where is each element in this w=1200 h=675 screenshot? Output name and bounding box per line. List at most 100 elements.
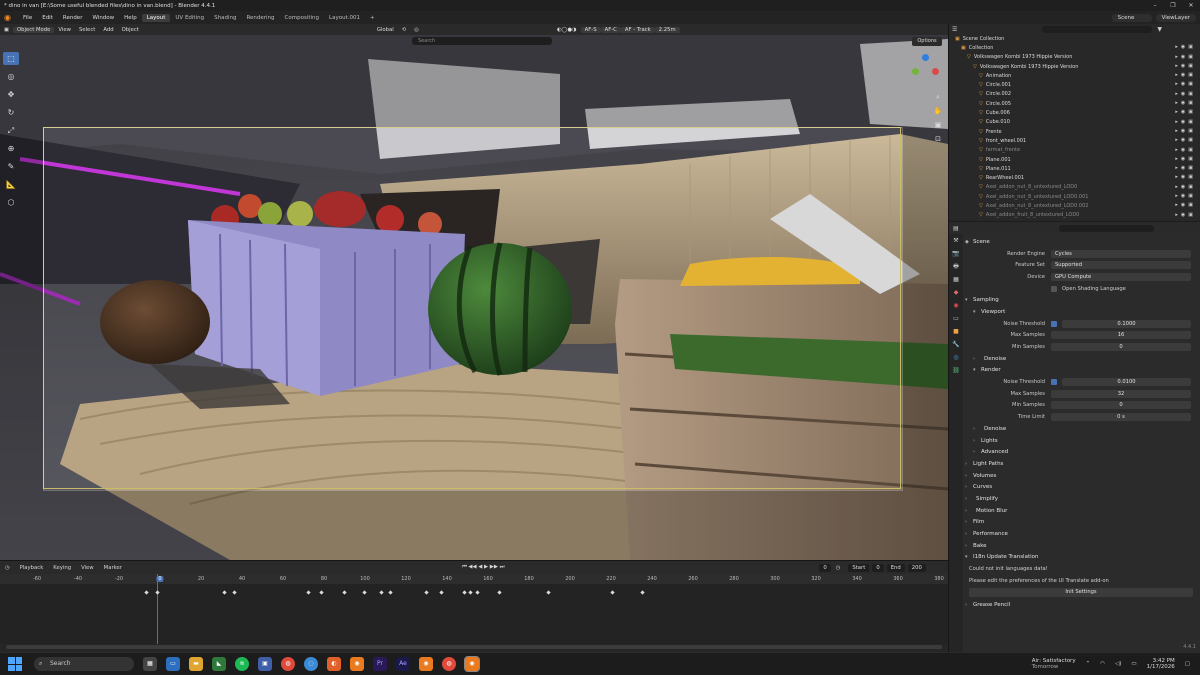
maximize-button[interactable]: ❐ [1164, 2, 1182, 9]
workspace-tab-compositing[interactable]: Compositing [280, 14, 324, 22]
notifications-icon[interactable]: ▢ [1185, 661, 1190, 667]
wifi-icon[interactable]: ◠ [1100, 661, 1105, 667]
chrome-icon[interactable]: ◍ [281, 657, 295, 671]
scene-tab-icon[interactable]: ◆ [949, 286, 963, 299]
r-min-samples-field[interactable]: 0 [1051, 401, 1191, 410]
outliner-item[interactable]: ▽ farmat_frente ▸◉▣ [949, 146, 1200, 155]
visibility-icons[interactable]: ▸◉▣ [1175, 137, 1196, 143]
i18n-panel[interactable]: ▾ I18n Update Translation [965, 552, 1199, 564]
outliner-item[interactable]: ▽ Axel_addon_fruit_8_untextured_LOD0 ▸◉▣ [949, 211, 1200, 220]
view-layer-selector[interactable]: ViewLayer [1155, 13, 1196, 22]
modifier-tab-icon[interactable]: 🔧 [949, 338, 963, 351]
render-tab-icon[interactable]: 📷 [949, 247, 963, 260]
desktop-app-icon[interactable]: ▭ [166, 657, 180, 671]
properties-editor-icon[interactable]: ▤ [949, 225, 959, 232]
outliner-item[interactable]: ▽ Axel_addon_nut_8_untextured_LOD0 ▸◉▣ [949, 183, 1200, 192]
r-max-samples-field[interactable]: 32 [1051, 389, 1191, 398]
constraints-tab-icon[interactable]: ⛓ [949, 364, 963, 377]
add-workspace-button[interactable]: + [365, 14, 380, 22]
lock-icon[interactable]: ⊡ [933, 134, 943, 144]
collection-tab-icon[interactable]: ▭ [949, 312, 963, 325]
visibility-icons[interactable]: ▸◉▣ [1175, 54, 1196, 60]
visibility-icons[interactable]: ▸◉▣ [1175, 100, 1196, 106]
outliner-item[interactable]: ▽ RearWheel.001 ▸◉▣ [949, 173, 1200, 182]
outliner-item[interactable]: ▽ Frente ▸◉▣ [949, 127, 1200, 136]
weather-widget[interactable]: Air: Satisfactory Tomorrow [1032, 658, 1076, 670]
curves-panel[interactable]: › Curves [965, 481, 1199, 493]
filter-icon[interactable]: ▼ [1157, 26, 1162, 33]
cursor-tool-icon[interactable]: ◎ [3, 70, 19, 83]
keyframe-marker[interactable] [232, 590, 237, 595]
workspace-tab-layout-001[interactable]: Layout.001 [324, 14, 365, 22]
timeline-menu-marker[interactable]: Marker [99, 565, 127, 571]
editor-type-icon[interactable]: ▣ [0, 27, 13, 33]
timeline-menu-playback[interactable]: Playback [15, 565, 49, 571]
lights-subpanel[interactable]: › Lights [965, 435, 1199, 447]
clock[interactable]: 3:42 PM 1/17/2026 [1147, 658, 1175, 670]
vp-noise-threshold-field[interactable]: 0.1000 [1062, 319, 1191, 328]
vp-min-samples-field[interactable]: 0 [1051, 343, 1191, 352]
keyframe-marker[interactable] [475, 590, 480, 595]
visibility-icons[interactable]: ▸◉▣ [1175, 147, 1196, 153]
minimize-button[interactable]: – [1146, 2, 1164, 9]
after-effects-icon[interactable]: Ae [396, 657, 410, 671]
init-settings-button[interactable]: Init Settings [969, 588, 1193, 598]
keyframe-marker[interactable] [342, 590, 347, 595]
object-tab-icon[interactable]: ■ [949, 325, 963, 338]
premiere-icon[interactable]: Pr [373, 657, 387, 671]
timeline-menu-keying[interactable]: Keying [48, 565, 76, 571]
keyframe-marker[interactable] [497, 590, 502, 595]
device-select[interactable]: GPU Compute [1051, 272, 1191, 281]
transform-orientation-selector[interactable]: Global [373, 27, 398, 33]
timeline-editor[interactable]: ◷ Playback Keying View Marker ⏮ ◀◀ ◀ ▶ ▶… [0, 560, 948, 652]
rotate-tool-icon[interactable]: ↻ [3, 106, 19, 119]
visibility-icons[interactable]: ▸◉▣ [1175, 174, 1196, 180]
menu-edit[interactable]: Edit [37, 15, 58, 21]
bake-panel[interactable]: › Bake [965, 540, 1199, 552]
preview-range-icon[interactable]: ◷ [831, 565, 846, 571]
view-layer-tab-icon[interactable]: ▦ [949, 273, 963, 286]
timeline-scrollbar[interactable] [6, 645, 942, 649]
playback-controls[interactable]: ⏮ ◀◀ ◀ ▶ ▶▶ ⏭ [457, 564, 509, 571]
select-box-tool-icon[interactable]: ⬚ [3, 52, 19, 65]
current-frame-field[interactable]: 0 [819, 563, 831, 572]
blender-taskbar-icon[interactable]: ◉ [350, 657, 364, 671]
volumes-panel[interactable]: › Volumes [965, 470, 1199, 482]
file-explorer-icon[interactable]: ▬ [189, 657, 203, 671]
spotify-icon[interactable]: ≋ [235, 657, 249, 671]
blender-taskbar-icon-2[interactable]: ◉ [419, 657, 433, 671]
outliner-item[interactable]: ▽ Cube.010 ▸◉▣ [949, 118, 1200, 127]
keyframe-marker[interactable] [155, 590, 160, 595]
photos-icon[interactable]: ▣ [258, 657, 272, 671]
start-frame-field[interactable]: 0 [872, 563, 884, 572]
keyframe-marker[interactable] [222, 590, 227, 595]
workspace-tab-layout[interactable]: Layout [141, 13, 171, 22]
properties-editor[interactable]: ▤ ⚒ 📷 🖶 ▦ ◆ ◉ ▭ ■ 🔧 ◎ ⛓ ◆ Scene Render En… [948, 222, 1200, 652]
film-panel[interactable]: › Film [965, 517, 1199, 529]
render-subpanel-header[interactable]: ▾ Render [965, 365, 1199, 377]
pan-hand-icon[interactable]: ✋ [933, 106, 943, 116]
workspace-tab-uv-editing[interactable]: UV Editing [170, 14, 209, 22]
firefox-icon[interactable]: ◐ [327, 657, 341, 671]
af-s-button[interactable]: AF-S [580, 26, 601, 33]
outliner-item[interactable]: ▽ Axel_addon_nut_8_untextured_LOD0.001 ▸◉▣ [949, 192, 1200, 201]
navigation-gizmo[interactable]: ⌕ ✋ ▣ ⊡ [906, 52, 944, 172]
close-button[interactable]: ✕ [1182, 2, 1200, 9]
keyframe-marker[interactable] [546, 590, 551, 595]
visibility-icons[interactable]: ▸◉▣ [1175, 156, 1196, 162]
r-denoise-subpanel[interactable]: › Denoise [965, 423, 1199, 435]
viewport-menu-add[interactable]: Add [99, 27, 117, 33]
viewport-menu-view[interactable]: View [54, 27, 75, 33]
add-cube-tool-icon[interactable]: ⬡ [3, 196, 19, 209]
visibility-icons[interactable]: ▸◉▣ [1175, 72, 1196, 78]
keyframe-marker[interactable] [468, 590, 473, 595]
output-tab-icon[interactable]: 🖶 [949, 260, 963, 273]
focus-distance-field[interactable]: 2.25m [654, 26, 680, 33]
outliner-root[interactable]: ▣ Scene Collection [949, 34, 1200, 43]
visibility-icons[interactable]: ▸◉▣ [1175, 63, 1196, 69]
visibility-icons[interactable]: ▸◉▣ [1175, 184, 1196, 190]
menu-help[interactable]: Help [119, 15, 142, 21]
outliner-item[interactable]: ▽ Volkswagen Kombi 1973 Hippie Version ▸◉▣ [949, 53, 1200, 62]
af-track-button[interactable]: AF - Track [620, 26, 655, 33]
measure-tool-icon[interactable]: 📐 [3, 178, 19, 191]
